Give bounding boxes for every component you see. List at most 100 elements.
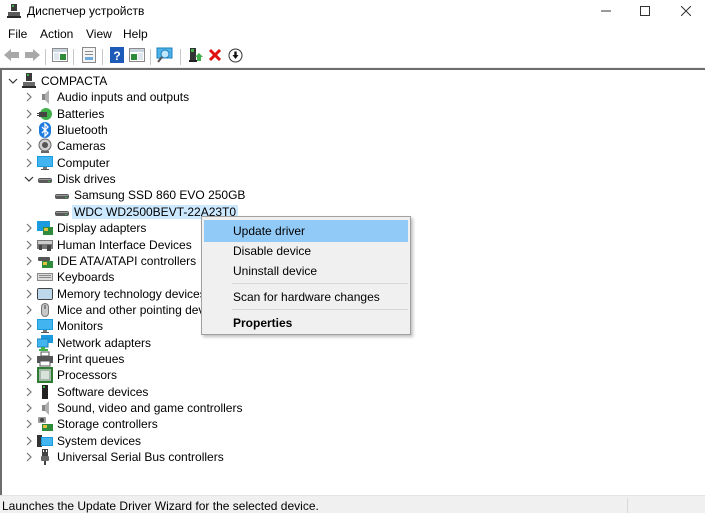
show-hide-console-tree-button[interactable] bbox=[51, 48, 68, 65]
chevron-right-icon[interactable] bbox=[24, 141, 34, 151]
tree-root-compacta[interactable]: COMPACTA bbox=[8, 73, 107, 89]
network-icon bbox=[37, 334, 53, 351]
chevron-right-icon[interactable] bbox=[24, 436, 34, 446]
toolbar-separator bbox=[150, 49, 151, 65]
status-text: Launches the Update Driver Wizard for th… bbox=[2, 499, 319, 513]
mouse-icon bbox=[37, 302, 53, 318]
tree-item-label: Universal Serial Bus controllers bbox=[57, 450, 224, 465]
tree-category-computer[interactable]: Computer bbox=[24, 155, 110, 171]
ctx-scan-hardware[interactable]: Scan for hardware changes bbox=[204, 286, 408, 308]
forward-button[interactable] bbox=[23, 48, 40, 65]
monitor-icon bbox=[37, 155, 53, 171]
tree-category-memory-technology-devices[interactable]: Memory technology devices bbox=[24, 286, 206, 302]
ctx-properties[interactable]: Properties bbox=[204, 312, 408, 334]
maximize-icon bbox=[640, 5, 650, 19]
properties-button[interactable] bbox=[80, 47, 97, 66]
tree-category-software-devices[interactable]: Software devices bbox=[24, 384, 148, 400]
chevron-right-icon[interactable] bbox=[24, 338, 34, 348]
chevron-right-icon[interactable] bbox=[24, 272, 34, 282]
svg-text:?: ? bbox=[113, 49, 120, 63]
chevron-right-icon[interactable] bbox=[24, 354, 34, 364]
action-pane-icon bbox=[128, 48, 145, 65]
disk-drive-icon bbox=[37, 171, 53, 187]
menu-action[interactable]: Action bbox=[40, 27, 73, 41]
menu-file[interactable]: File bbox=[8, 27, 27, 41]
tree-category-audio-inputs-and-outputs[interactable]: Audio inputs and outputs bbox=[24, 89, 189, 105]
close-button[interactable] bbox=[663, 0, 705, 23]
bluetooth-icon bbox=[37, 122, 53, 139]
tree-item-label: Print queues bbox=[57, 351, 125, 366]
ctx-disable-device[interactable]: Disable device bbox=[204, 240, 408, 262]
usb-icon bbox=[37, 449, 53, 466]
tree-category-storage-controllers[interactable]: Storage controllers bbox=[24, 416, 158, 432]
update-driver-button[interactable] bbox=[187, 48, 204, 65]
console-tree-icon bbox=[51, 48, 68, 65]
show-hide-action-pane-button[interactable] bbox=[128, 48, 145, 65]
tree-category-display-adapters[interactable]: Display adapters bbox=[24, 220, 146, 236]
tree-item-label: Processors bbox=[57, 368, 118, 383]
menu-help[interactable]: Help bbox=[123, 27, 148, 41]
tree-item-label: Batteries bbox=[57, 106, 105, 121]
chevron-right-icon[interactable] bbox=[24, 403, 34, 413]
ctx-update-driver[interactable]: Update driver bbox=[204, 220, 408, 242]
tree-category-sound-video-and-game-controllers[interactable]: Sound, video and game controllers bbox=[24, 400, 242, 416]
uninstall-device-button[interactable] bbox=[206, 48, 223, 65]
properties-icon bbox=[81, 47, 96, 66]
monitor-scan-icon bbox=[156, 47, 174, 66]
ide-controller-icon bbox=[37, 253, 53, 269]
chevron-right-icon[interactable] bbox=[24, 305, 34, 315]
download-button[interactable] bbox=[227, 48, 244, 65]
title-bar: Диспетчер устройств bbox=[0, 0, 705, 23]
toolbar-separator bbox=[73, 49, 74, 65]
tree-category-network-adapters[interactable]: Network adapters bbox=[24, 334, 151, 351]
chevron-right-icon[interactable] bbox=[24, 125, 34, 135]
chevron-right-icon[interactable] bbox=[24, 109, 34, 119]
chevron-right-icon[interactable] bbox=[24, 289, 34, 299]
tree-item-label: Monitors bbox=[57, 319, 104, 334]
chevron-right-icon[interactable] bbox=[24, 321, 34, 331]
help-icon: ? bbox=[109, 47, 124, 66]
chevron-right-icon[interactable] bbox=[24, 452, 34, 462]
tree-category-monitors[interactable]: Monitors bbox=[24, 318, 103, 334]
toolbar-separator bbox=[102, 49, 103, 65]
printer-icon bbox=[37, 351, 53, 367]
tree-category-print-queues[interactable]: Print queues bbox=[24, 351, 124, 367]
chevron-right-icon[interactable] bbox=[24, 240, 34, 250]
tree-category-disk-drives[interactable]: Disk drives bbox=[24, 171, 116, 187]
speaker-icon bbox=[37, 400, 53, 416]
tree-device-samsung-ssd-860-evo-250gb[interactable]: Samsung SSD 860 EVO 250GB bbox=[41, 187, 245, 203]
camera-icon bbox=[37, 138, 53, 154]
tree-category-ide-ata-atapi-controllers[interactable]: IDE ATA/ATAPI controllers bbox=[24, 253, 196, 269]
chevron-right-icon[interactable] bbox=[24, 92, 34, 102]
chevron-down-icon[interactable] bbox=[24, 174, 34, 184]
chevron-right-icon[interactable] bbox=[24, 256, 34, 266]
help-button[interactable]: ? bbox=[108, 47, 125, 66]
chevron-right-icon[interactable] bbox=[24, 223, 34, 233]
chevron-right-icon[interactable] bbox=[24, 419, 34, 429]
tree-category-cameras[interactable]: Cameras bbox=[24, 138, 106, 154]
chevron-right-icon[interactable] bbox=[24, 370, 34, 380]
processor-icon bbox=[37, 367, 53, 384]
close-icon bbox=[680, 5, 692, 19]
speaker-icon bbox=[37, 89, 53, 105]
tree-item-label: Memory technology devices bbox=[57, 286, 206, 301]
ctx-uninstall-device[interactable]: Uninstall device bbox=[204, 260, 408, 282]
scan-hardware-button[interactable] bbox=[156, 47, 174, 66]
tree-category-batteries[interactable]: Batteries bbox=[24, 106, 104, 122]
tree-category-mice-and-other-pointing-devices[interactable]: Mice and other pointing devices bbox=[24, 302, 226, 318]
status-bar: Launches the Update Driver Wizard for th… bbox=[0, 495, 705, 513]
chevron-down-icon[interactable] bbox=[8, 76, 18, 86]
tree-category-human-interface-devices[interactable]: Human Interface Devices bbox=[24, 237, 192, 253]
back-button[interactable] bbox=[3, 48, 20, 65]
menu-view[interactable]: View bbox=[86, 27, 112, 41]
tree-category-system-devices[interactable]: System devices bbox=[24, 433, 141, 449]
tree-item-label: COMPACTA bbox=[41, 74, 108, 88]
tree-category-processors[interactable]: Processors bbox=[24, 367, 118, 384]
tree-category-universal-serial-bus-controllers[interactable]: Universal Serial Bus controllers bbox=[24, 449, 224, 466]
tree-category-keyboards[interactable]: Keyboards bbox=[24, 269, 114, 285]
maximize-button[interactable] bbox=[622, 0, 668, 23]
tree-category-bluetooth[interactable]: Bluetooth bbox=[24, 122, 108, 139]
chevron-right-icon[interactable] bbox=[24, 387, 34, 397]
chevron-right-icon[interactable] bbox=[24, 158, 34, 168]
